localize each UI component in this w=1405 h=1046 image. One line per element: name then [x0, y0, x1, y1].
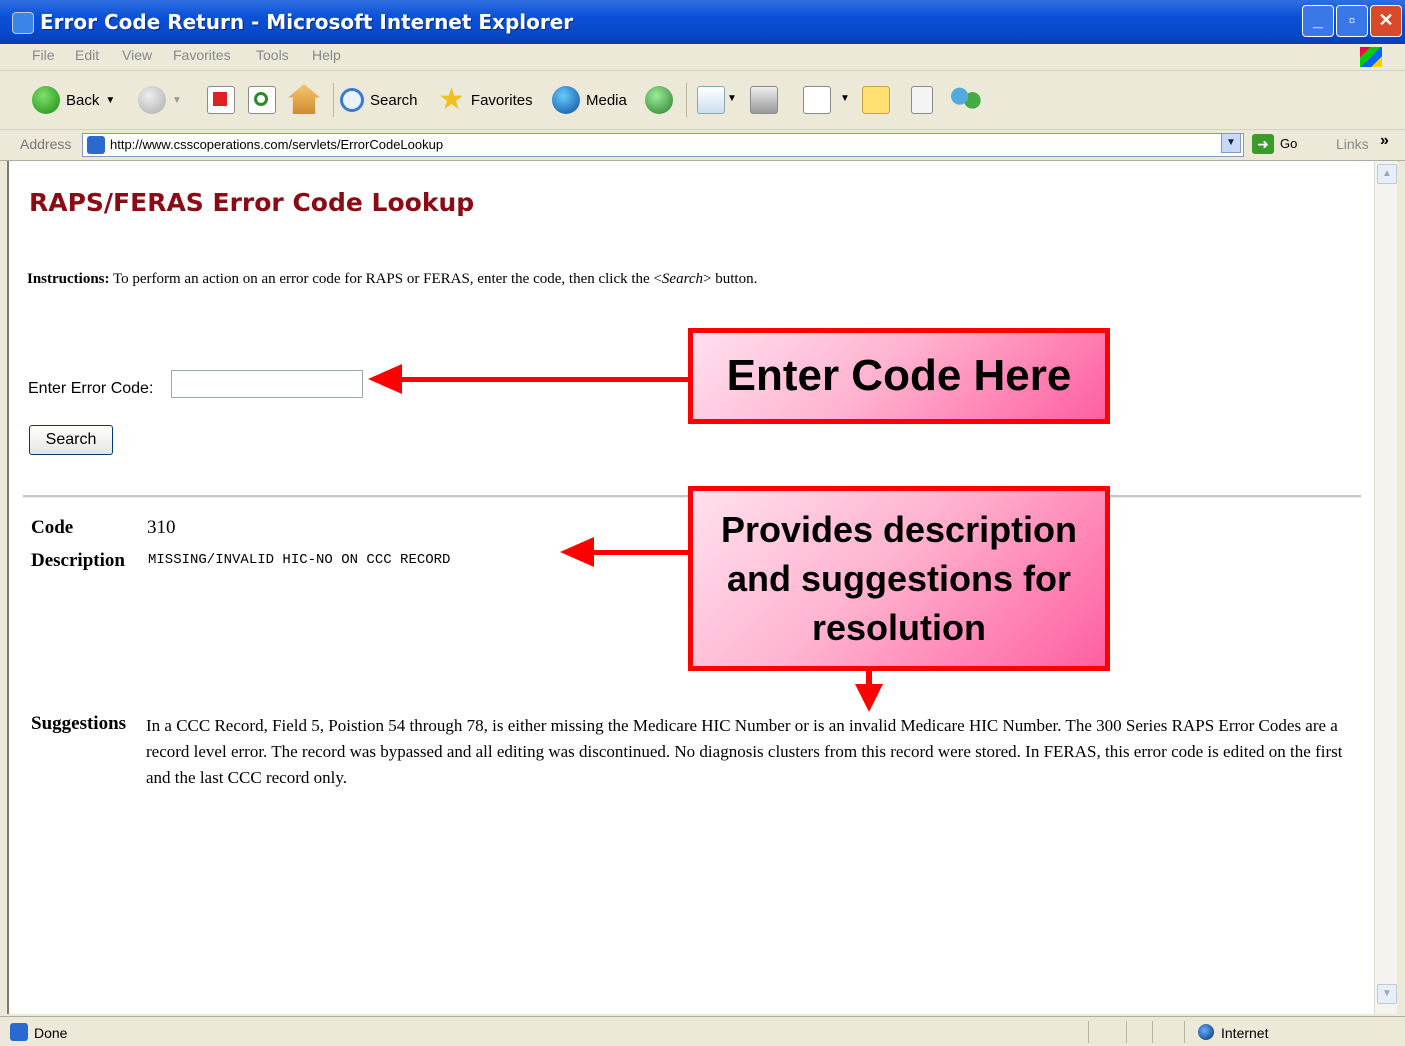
address-url[interactable]: http://www.csscoperations.com/servlets/E… [110, 137, 443, 152]
go-arrow-icon[interactable]: ➜ [1252, 134, 1274, 154]
back-button[interactable]: Back ▼ [32, 84, 115, 116]
toolbar: Back ▼ ▼ Search ★ Favorites Media ▼ ▼ [0, 71, 1405, 130]
address-dropdown-icon[interactable]: ▼ [1221, 133, 1241, 153]
star-icon: ★ [438, 83, 465, 116]
address-label: Address [20, 136, 72, 152]
media-icon [552, 86, 580, 114]
forward-button[interactable]: ▼ [138, 84, 182, 116]
stop-icon[interactable] [207, 86, 235, 114]
back-arrow-icon [32, 86, 60, 114]
status-divider [1126, 1021, 1127, 1043]
menu-edit[interactable]: Edit [75, 47, 99, 63]
suggestions-value: In a CCC Record, Field 5, Poistion 54 th… [146, 716, 1343, 787]
edit-dropdown-icon[interactable]: ▼ [840, 93, 850, 104]
go-button[interactable]: Go [1280, 136, 1297, 151]
window-title: Error Code Return - Microsoft Internet E… [40, 10, 574, 34]
menu-view[interactable]: View [122, 47, 152, 63]
back-label: Back [66, 91, 100, 109]
address-input[interactable]: http://www.csscoperations.com/servlets/E… [82, 133, 1244, 157]
windows-logo-icon [1360, 47, 1382, 67]
toolbar-separator [333, 83, 334, 117]
search-icon [340, 88, 364, 112]
media-label: Media [586, 91, 627, 109]
zone-text: Internet [1221, 1025, 1269, 1041]
toolbar-separator [686, 83, 687, 117]
research-icon[interactable] [911, 86, 933, 114]
menu-bar: File Edit View Favorites Tools Help [0, 44, 1405, 71]
back-dropdown-icon[interactable]: ▼ [105, 95, 115, 106]
forward-dropdown-icon[interactable]: ▼ [172, 95, 182, 106]
description-label: Description [31, 550, 125, 571]
messenger-icon[interactable] [950, 85, 982, 113]
home-icon[interactable] [288, 84, 320, 114]
scroll-up-icon[interactable]: ▲ [1377, 164, 1397, 184]
callout-enter-code: Enter Code Here [688, 328, 1110, 424]
menu-tools[interactable]: Tools [256, 47, 289, 63]
globe-icon [1198, 1024, 1214, 1040]
title-bar: Error Code Return - Microsoft Internet E… [0, 0, 1405, 44]
callout-arrowhead-icon [560, 537, 594, 567]
links-button[interactable]: Links [1336, 136, 1369, 152]
menu-favorites[interactable]: Favorites [173, 47, 231, 63]
status-divider [1152, 1021, 1153, 1043]
status-text: Done [34, 1025, 68, 1041]
status-divider [1088, 1021, 1089, 1043]
menu-help[interactable]: Help [312, 47, 341, 63]
forward-arrow-icon [138, 86, 166, 114]
callout-arrow-line [400, 377, 690, 382]
description-value: MISSING/INVALID HIC-NO ON CCC RECORD [148, 552, 451, 568]
close-button[interactable]: ✕ [1370, 5, 1402, 37]
suggestions-label: Suggestions [31, 713, 127, 734]
vertical-scrollbar[interactable]: ▲ ▼ [1374, 161, 1397, 1014]
instructions-text-after: > button. [703, 271, 758, 287]
favorites-label: Favorites [470, 91, 533, 109]
maximize-button[interactable]: ▫ [1336, 5, 1368, 37]
ie-app-icon [12, 12, 34, 34]
favorites-button[interactable]: ★ Favorites [438, 84, 533, 116]
error-code-input[interactable] [171, 370, 363, 398]
status-divider [1184, 1021, 1185, 1043]
edit-icon[interactable] [803, 86, 831, 114]
callout-arrow-line [593, 550, 690, 555]
minimize-button[interactable]: _ [1302, 5, 1334, 37]
callout-arrowhead-icon [368, 364, 402, 394]
menu-file[interactable]: File [32, 47, 55, 63]
mail-icon[interactable] [697, 86, 725, 114]
address-bar: Address http://www.csscoperations.com/se… [0, 130, 1405, 161]
mail-dropdown-icon[interactable]: ▼ [727, 93, 737, 104]
instructions: Instructions: To perform an action on an… [27, 271, 757, 288]
page-title: RAPS/FERAS Error Code Lookup [29, 188, 475, 217]
instructions-emphasis: Search [661, 271, 704, 287]
print-icon[interactable] [750, 86, 778, 114]
links-chevron-icon[interactable]: » [1380, 132, 1389, 150]
scroll-down-icon[interactable]: ▼ [1377, 984, 1397, 1004]
discuss-icon[interactable] [862, 86, 890, 114]
search-button[interactable]: Search [340, 84, 418, 116]
history-icon[interactable] [645, 86, 673, 114]
status-bar: Done Internet [0, 1016, 1405, 1046]
refresh-icon[interactable] [248, 86, 276, 114]
search-submit-button[interactable]: Search [29, 425, 113, 455]
search-label: Search [370, 91, 418, 109]
instructions-label: Instructions: [27, 271, 110, 287]
code-value: 310 [147, 517, 176, 538]
callout-description: Provides description and suggestions for… [688, 486, 1110, 671]
page-icon [10, 1023, 28, 1041]
media-button[interactable]: Media [552, 84, 627, 116]
code-label: Code [31, 517, 74, 538]
callout-arrowhead-down-icon [855, 684, 883, 712]
instructions-text-before: To perform an action on an error code fo… [109, 271, 662, 287]
error-code-label: Enter Error Code: [28, 380, 154, 397]
page-icon [87, 136, 105, 154]
